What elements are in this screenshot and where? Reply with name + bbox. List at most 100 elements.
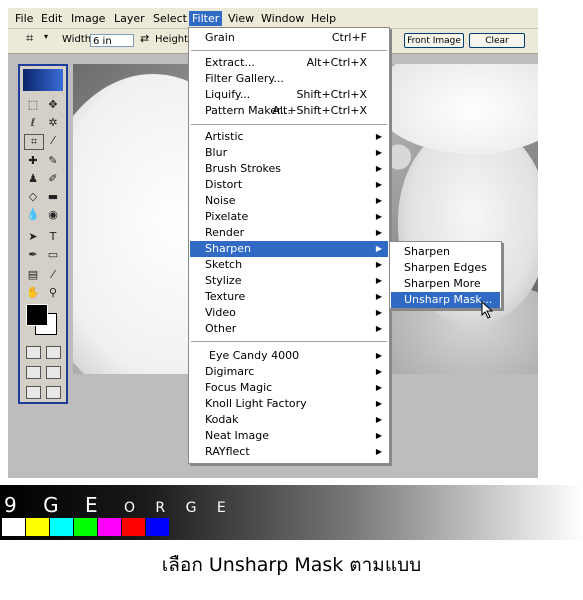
magic-wand-icon[interactable]: ✲ bbox=[44, 116, 62, 130]
menu-separator bbox=[191, 50, 387, 51]
dodge-icon[interactable]: ◉ bbox=[44, 208, 62, 222]
filter-menu-item[interactable]: Knoll Light Factory ▶ bbox=[190, 396, 388, 412]
filter-menu-item[interactable]: RAYflect ▶ bbox=[190, 444, 388, 460]
filter-menu-item[interactable]: Render ▶ bbox=[190, 225, 388, 241]
sharpen-submenu-item[interactable]: Sharpen Edges bbox=[391, 260, 500, 276]
path-select-icon[interactable]: ➤ bbox=[24, 230, 42, 244]
stamp-icon[interactable]: ♟ bbox=[24, 172, 42, 186]
crop-icon[interactable]: ⌗ bbox=[26, 31, 33, 46]
submenu-arrow-icon: ▶ bbox=[375, 244, 382, 253]
menu-select[interactable]: Select bbox=[150, 11, 190, 26]
filter-menu-item-label: Blur bbox=[205, 146, 228, 159]
toolbox: ⬚ ✥ ℓ ✲ ⌗ ⁄ ✚ ✎ ♟ ✐ ◇ ▬ 💧 ◉ ➤ T ✒ ▭ ▤ ⁄ … bbox=[18, 64, 68, 404]
filter-menu-item[interactable]: Artistic ▶ bbox=[190, 129, 388, 145]
notes-icon[interactable]: ▤ bbox=[24, 268, 42, 282]
filter-menu-item[interactable]: Eye Candy 4000 ▶ bbox=[190, 348, 388, 364]
sharpen-submenu-item[interactable]: Sharpen More bbox=[391, 276, 500, 292]
filter-menu-item[interactable]: Neat Image ▶ bbox=[190, 428, 388, 444]
menu-view[interactable]: View bbox=[225, 11, 257, 26]
hand-icon[interactable]: ✋ bbox=[24, 286, 42, 300]
filter-menu-item-label: Render bbox=[205, 226, 245, 239]
chevron-down-icon[interactable]: ▾ bbox=[44, 32, 48, 41]
menu-bar: File Edit Image Layer Select Filter View… bbox=[8, 8, 538, 29]
sharpen-submenu-item-label: Sharpen More bbox=[404, 277, 481, 290]
menu-image[interactable]: Image bbox=[68, 11, 108, 26]
filter-menu-item[interactable]: Grain Ctrl+F bbox=[190, 30, 388, 46]
jump-to-imageready-icon[interactable] bbox=[26, 386, 41, 399]
color-swatch bbox=[98, 518, 121, 536]
filter-menu-item[interactable]: Video ▶ bbox=[190, 305, 388, 321]
front-image-button[interactable]: Front Image bbox=[404, 33, 464, 48]
submenu-arrow-icon: ▶ bbox=[375, 324, 382, 333]
filter-menu-item[interactable]: Pixelate ▶ bbox=[190, 209, 388, 225]
menu-filter[interactable]: Filter bbox=[189, 11, 223, 26]
sharpen-submenu-item[interactable]: Sharpen bbox=[391, 244, 500, 260]
quick-mask-icon[interactable] bbox=[46, 346, 61, 359]
menu-layer[interactable]: Layer bbox=[111, 11, 148, 26]
move-icon[interactable]: ✥ bbox=[44, 98, 62, 112]
menu-separator bbox=[191, 341, 387, 342]
clear-button[interactable]: Clear bbox=[469, 33, 525, 48]
menu-window[interactable]: Window bbox=[258, 11, 307, 26]
filter-menu-item[interactable]: Blur ▶ bbox=[190, 145, 388, 161]
type-icon[interactable]: T bbox=[44, 230, 62, 244]
screen-mode-standard-icon[interactable] bbox=[26, 366, 41, 379]
filter-menu-item[interactable]: Stylize ▶ bbox=[190, 273, 388, 289]
history-brush-icon[interactable]: ✐ bbox=[44, 172, 62, 186]
zoom-icon[interactable]: ⚲ bbox=[44, 286, 62, 300]
pen-icon[interactable]: ✒ bbox=[24, 248, 42, 262]
filter-menu-item-label: Sketch bbox=[205, 258, 243, 271]
filter-menu-item[interactable]: Noise ▶ bbox=[190, 193, 388, 209]
submenu-arrow-icon: ▶ bbox=[375, 260, 382, 269]
filter-menu-item[interactable]: Sketch ▶ bbox=[190, 257, 388, 273]
lasso-icon[interactable]: ℓ bbox=[24, 116, 42, 130]
filter-menu-item-label: Noise bbox=[205, 194, 236, 207]
eraser-icon[interactable]: ◇ bbox=[24, 190, 42, 204]
submenu-arrow-icon: ▶ bbox=[375, 431, 382, 440]
menu-file[interactable]: File bbox=[12, 11, 36, 26]
brush-icon[interactable]: ✎ bbox=[44, 154, 62, 168]
slice-icon[interactable]: ⁄ bbox=[44, 134, 62, 148]
filter-menu-item[interactable]: Texture ▶ bbox=[190, 289, 388, 305]
swap-icon[interactable]: ⇄ bbox=[140, 32, 149, 45]
healing-icon[interactable]: ✚ bbox=[24, 154, 42, 168]
filter-menu-item[interactable]: Distort ▶ bbox=[190, 177, 388, 193]
filter-menu-item-label: Texture bbox=[205, 290, 246, 303]
filter-menu-item[interactable]: Brush Strokes ▶ bbox=[190, 161, 388, 177]
submenu-arrow-icon: ▶ bbox=[375, 276, 382, 285]
sharpen-submenu-item-label: Unsharp Mask... bbox=[404, 293, 493, 306]
width-field[interactable]: 6 in bbox=[90, 34, 134, 47]
color-swatch bbox=[2, 518, 25, 536]
filter-menu-item-label: Stylize bbox=[205, 274, 242, 287]
submenu-arrow-icon: ▶ bbox=[375, 367, 382, 376]
menu-help[interactable]: Help bbox=[308, 11, 339, 26]
filter-menu-item-label: Artistic bbox=[205, 130, 244, 143]
checkmark-icon[interactable] bbox=[46, 386, 61, 399]
filter-menu-item-label: Other bbox=[205, 322, 237, 335]
filter-menu-item-label: Grain bbox=[205, 31, 235, 44]
eyedropper-icon[interactable]: ⁄ bbox=[44, 268, 62, 282]
standard-mode-icon[interactable] bbox=[26, 346, 41, 359]
submenu-arrow-icon: ▶ bbox=[375, 383, 382, 392]
filter-menu-item[interactable]: Filter Gallery... bbox=[190, 71, 388, 87]
filter-menu-item[interactable]: Digimarc ▶ bbox=[190, 364, 388, 380]
marquee-icon[interactable]: ⬚ bbox=[24, 98, 42, 112]
submenu-arrow-icon: ▶ bbox=[375, 212, 382, 221]
filter-menu-item-label: Knoll Light Factory bbox=[205, 397, 307, 410]
filter-menu-item[interactable]: Sharpen ▶ bbox=[190, 241, 388, 257]
filter-menu-item-label: Eye Candy 4000 bbox=[209, 349, 300, 362]
blur-icon[interactable]: 💧 bbox=[24, 208, 42, 222]
filter-menu-item[interactable]: Kodak ▶ bbox=[190, 412, 388, 428]
shape-icon[interactable]: ▭ bbox=[44, 248, 62, 262]
submenu-arrow-icon: ▶ bbox=[375, 164, 382, 173]
gradient-icon[interactable]: ▬ bbox=[44, 190, 62, 204]
filter-menu-item[interactable]: Focus Magic ▶ bbox=[190, 380, 388, 396]
screen-mode-full-icon[interactable] bbox=[46, 366, 61, 379]
filter-menu-item[interactable]: Other ▶ bbox=[190, 321, 388, 337]
filter-menu-item[interactable]: Liquify... Shift+Ctrl+X bbox=[190, 87, 388, 103]
crop-tool-icon[interactable]: ⌗ bbox=[24, 134, 44, 150]
menu-edit[interactable]: Edit bbox=[38, 11, 65, 26]
foreground-color-swatch[interactable] bbox=[26, 304, 48, 326]
filter-menu-item[interactable]: Pattern Maker... Alt+Shift+Ctrl+X bbox=[190, 103, 388, 119]
filter-menu-item[interactable]: Extract... Alt+Ctrl+X bbox=[190, 55, 388, 71]
